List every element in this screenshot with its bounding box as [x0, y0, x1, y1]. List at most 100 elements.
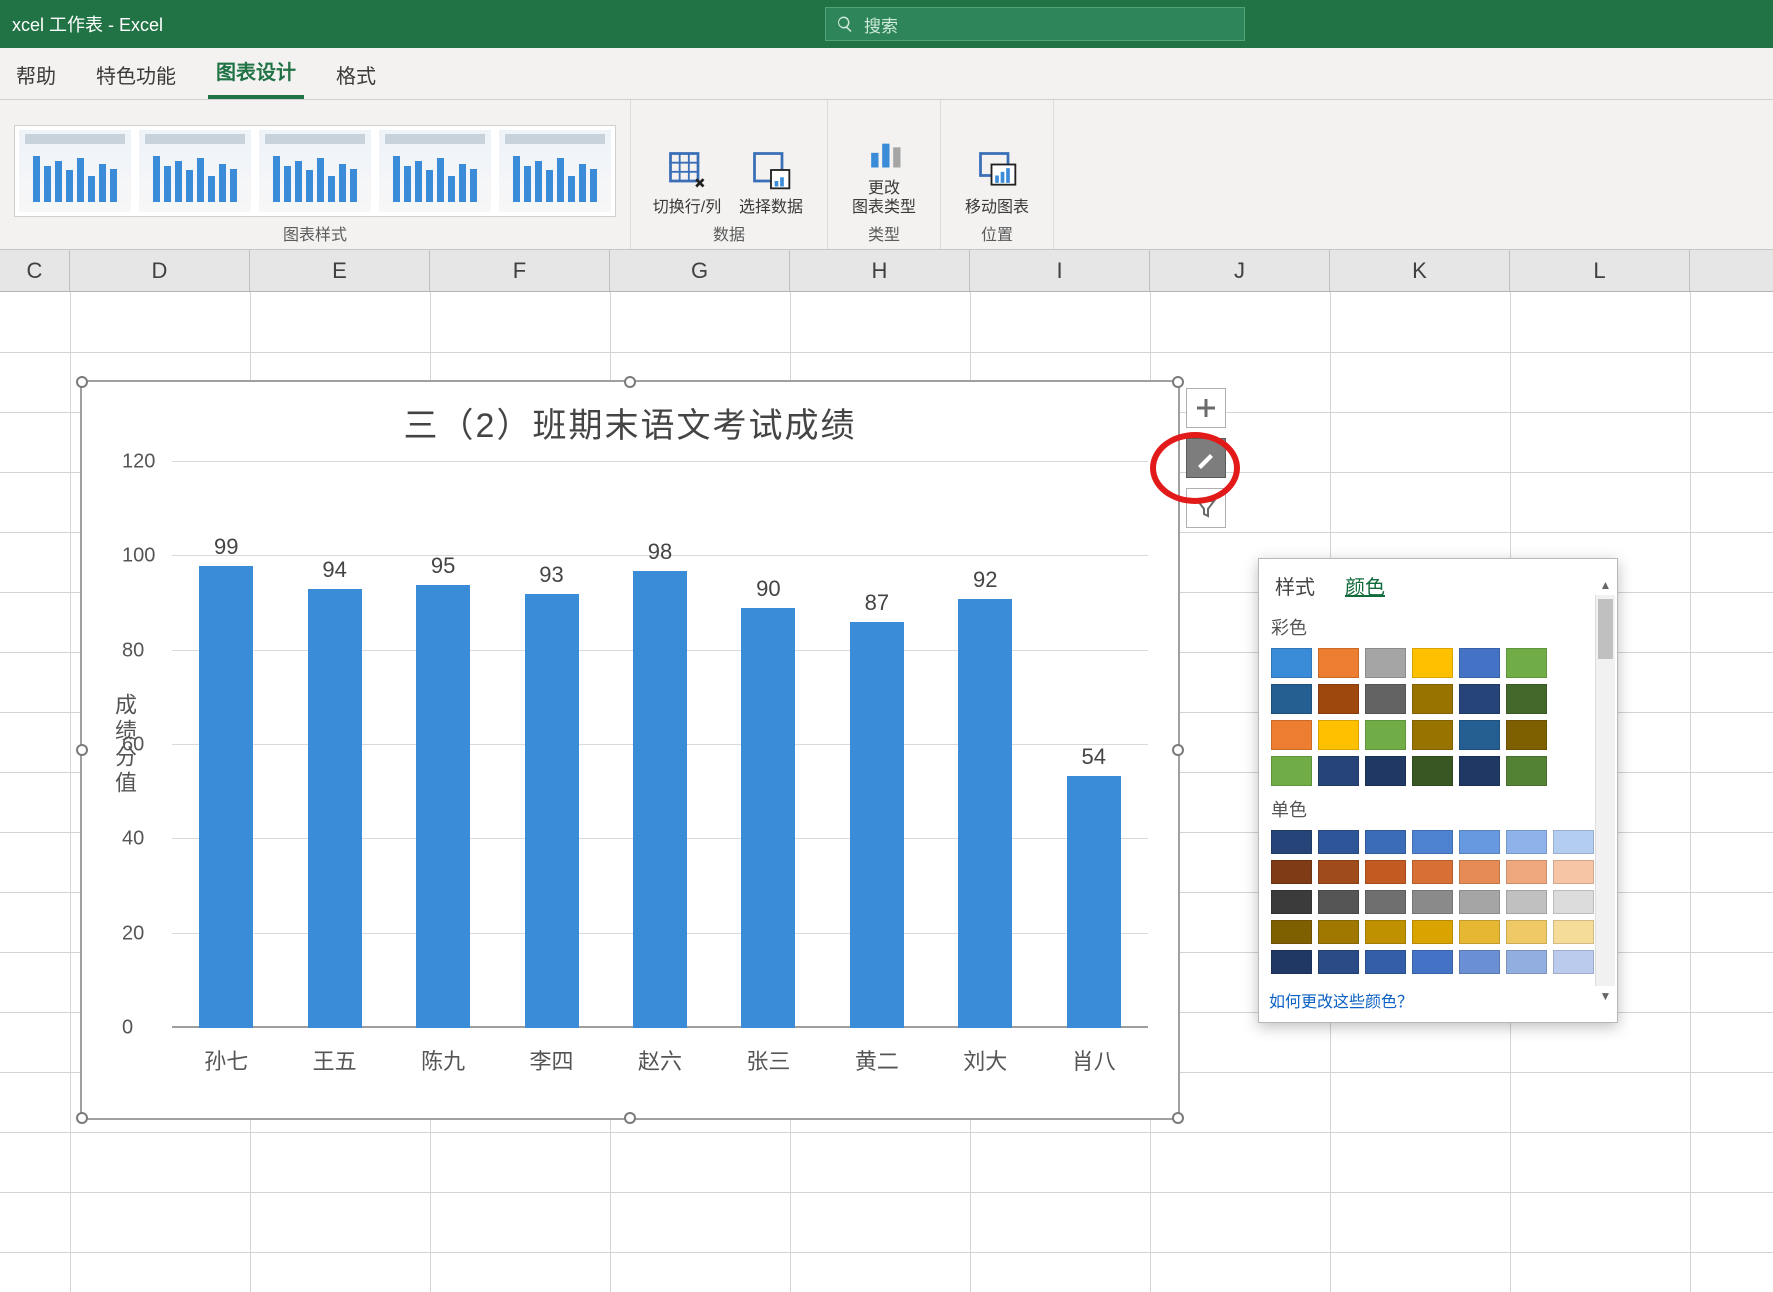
color-swatch[interactable] [1365, 890, 1406, 914]
color-swatch[interactable] [1318, 950, 1359, 974]
color-swatch[interactable] [1506, 950, 1547, 974]
color-swatch[interactable] [1365, 830, 1406, 854]
color-swatch[interactable] [1506, 648, 1547, 678]
color-swatch[interactable] [1459, 830, 1500, 854]
chart-styles-button[interactable] [1186, 438, 1226, 478]
color-swatch[interactable] [1365, 648, 1406, 678]
column-header[interactable]: L [1510, 250, 1690, 291]
bar[interactable]: 92 [946, 567, 1024, 1028]
color-swatch[interactable] [1412, 860, 1453, 884]
color-swatch[interactable] [1271, 890, 1312, 914]
bar-rect[interactable] [741, 608, 795, 1028]
bar[interactable]: 98 [621, 539, 699, 1028]
color-swatch[interactable] [1271, 720, 1312, 750]
color-swatch[interactable] [1318, 648, 1359, 678]
chart-color-picker[interactable]: 样式 颜色 彩色 单色 如何更改这些颜色？ ▲ ▼ [1258, 558, 1618, 1023]
scroll-thumb[interactable] [1598, 599, 1613, 659]
bar-rect[interactable] [850, 622, 904, 1028]
bar[interactable]: 99 [187, 534, 265, 1028]
color-swatch[interactable] [1365, 920, 1406, 944]
color-swatch[interactable] [1365, 756, 1406, 786]
bar-rect[interactable] [958, 599, 1012, 1028]
color-swatch[interactable] [1459, 684, 1500, 714]
color-swatch[interactable] [1459, 890, 1500, 914]
switch-row-col-button[interactable]: 切换行/列 [645, 140, 729, 217]
color-swatch[interactable] [1412, 720, 1453, 750]
color-swatch[interactable] [1412, 890, 1453, 914]
color-swatch[interactable] [1553, 890, 1594, 914]
color-swatch[interactable] [1553, 920, 1594, 944]
bar[interactable]: 94 [296, 557, 374, 1028]
color-swatch[interactable] [1365, 720, 1406, 750]
color-swatch[interactable] [1318, 756, 1359, 786]
color-swatch[interactable] [1506, 830, 1547, 854]
move-chart-button[interactable]: 移动图表 [955, 140, 1039, 217]
picker-scrollbar[interactable]: ▲ ▼ [1595, 595, 1615, 986]
column-header[interactable]: H [790, 250, 970, 291]
resize-handle[interactable] [76, 744, 88, 756]
tab-format[interactable]: 格式 [328, 50, 384, 99]
color-swatch[interactable] [1506, 720, 1547, 750]
color-swatch[interactable] [1412, 684, 1453, 714]
bar[interactable]: 90 [729, 576, 807, 1028]
color-swatch[interactable] [1459, 720, 1500, 750]
color-swatch[interactable] [1412, 830, 1453, 854]
chart-filter-button[interactable] [1186, 488, 1226, 528]
color-swatch[interactable] [1271, 860, 1312, 884]
chart-style-thumb[interactable] [379, 130, 491, 212]
tab-features[interactable]: 特色功能 [88, 50, 184, 99]
color-swatch[interactable] [1318, 684, 1359, 714]
bar[interactable]: 54 [1055, 744, 1133, 1028]
bar[interactable]: 95 [404, 553, 482, 1028]
resize-handle[interactable] [76, 376, 88, 388]
chart-style-thumb[interactable] [139, 130, 251, 212]
color-swatch[interactable] [1459, 950, 1500, 974]
color-swatch[interactable] [1553, 830, 1594, 854]
picker-tab-style[interactable]: 样式 [1275, 571, 1315, 600]
resize-handle[interactable] [624, 1112, 636, 1124]
resize-handle[interactable] [1172, 376, 1184, 388]
column-header[interactable]: K [1330, 250, 1510, 291]
bar-rect[interactable] [308, 589, 362, 1028]
chart-title[interactable]: 三（2）班期末语文考试成绩 [82, 382, 1178, 447]
color-swatch[interactable] [1412, 920, 1453, 944]
picker-tab-color[interactable]: 颜色 [1345, 571, 1385, 600]
chart-style-thumb[interactable] [499, 130, 611, 212]
color-swatch[interactable] [1553, 950, 1594, 974]
resize-handle[interactable] [1172, 744, 1184, 756]
chart-style-thumb[interactable] [259, 130, 371, 212]
color-swatch[interactable] [1365, 684, 1406, 714]
bar-rect[interactable] [199, 566, 253, 1028]
column-header[interactable]: C [0, 250, 70, 291]
bar[interactable]: 93 [512, 562, 590, 1028]
select-data-button[interactable]: 选择数据 [729, 140, 813, 217]
column-header[interactable]: D [70, 250, 250, 291]
color-swatch[interactable] [1553, 860, 1594, 884]
chart-object[interactable]: 三（2）班期末语文考试成绩 成绩分值 020406080100120 99949… [80, 380, 1180, 1120]
resize-handle[interactable] [1172, 1112, 1184, 1124]
column-header[interactable]: I [970, 250, 1150, 291]
color-swatch[interactable] [1271, 684, 1312, 714]
color-swatch[interactable] [1459, 648, 1500, 678]
color-swatch[interactable] [1271, 756, 1312, 786]
scroll-down-icon[interactable]: ▼ [1596, 986, 1615, 1006]
color-swatch[interactable] [1271, 950, 1312, 974]
color-swatch[interactable] [1318, 860, 1359, 884]
color-swatch[interactable] [1271, 830, 1312, 854]
tab-chart-design[interactable]: 图表设计 [208, 46, 304, 99]
color-swatch[interactable] [1412, 756, 1453, 786]
bar-rect[interactable] [525, 594, 579, 1028]
color-swatch[interactable] [1506, 756, 1547, 786]
plot-area[interactable]: 成绩分值 020406080100120 999495939890879254 … [172, 462, 1148, 1028]
search-box[interactable]: 搜索 [825, 7, 1245, 41]
color-swatch[interactable] [1506, 920, 1547, 944]
color-swatch[interactable] [1506, 860, 1547, 884]
color-swatch[interactable] [1459, 756, 1500, 786]
color-swatch[interactable] [1412, 950, 1453, 974]
color-swatch[interactable] [1412, 648, 1453, 678]
color-swatch[interactable] [1459, 860, 1500, 884]
column-header[interactable]: E [250, 250, 430, 291]
column-header[interactable]: F [430, 250, 610, 291]
chart-styles-gallery[interactable] [14, 125, 616, 217]
tab-help[interactable]: 帮助 [8, 50, 64, 99]
